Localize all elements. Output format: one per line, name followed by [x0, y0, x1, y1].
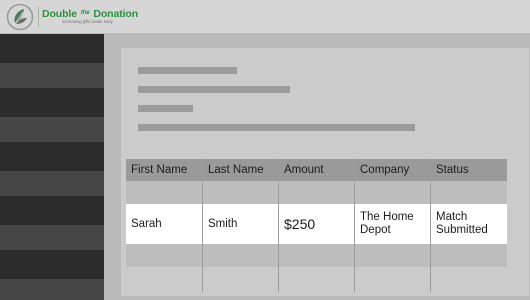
- column-divider: [202, 159, 203, 292]
- table-row-empty: [126, 244, 507, 267]
- donations-table: First Name Last Name Amount Company Stat…: [126, 159, 507, 292]
- cell-first-name: Sarah: [131, 217, 162, 230]
- table-row-empty: [126, 181, 507, 204]
- column-header-last-name[interactable]: Last Name: [203, 159, 279, 181]
- table-row[interactable]: Sarah Smith $250 The Home Depot Match Su…: [126, 204, 507, 244]
- column-header-first-name[interactable]: First Name: [126, 159, 203, 181]
- cell-amount: $250: [284, 215, 316, 232]
- column-header-status[interactable]: Status: [431, 159, 507, 181]
- placeholder-line: [138, 124, 415, 131]
- cell-last-name: Smith: [208, 217, 238, 230]
- column-header-company[interactable]: Company: [355, 159, 431, 181]
- column-header-amount[interactable]: Amount: [279, 159, 355, 181]
- placeholder-line: [138, 105, 193, 112]
- app-header: Double the Donation increasing gifts mad…: [0, 0, 530, 34]
- logo-divider: [38, 6, 39, 27]
- placeholder-line: [138, 67, 237, 74]
- cell-status: Match Submitted: [436, 211, 488, 236]
- column-divider: [430, 159, 431, 292]
- leaf-logo-icon: [6, 3, 34, 31]
- cell-company: The Home Depot: [360, 211, 414, 236]
- table-header-row: First Name Last Name Amount Company Stat…: [126, 159, 507, 181]
- column-divider: [354, 159, 355, 292]
- brand-tagline: increasing gifts made easy: [62, 19, 113, 24]
- sidebar[interactable]: [0, 34, 104, 300]
- column-divider: [278, 159, 279, 292]
- placeholder-line: [138, 86, 290, 93]
- brand-name-the: the: [80, 10, 90, 16]
